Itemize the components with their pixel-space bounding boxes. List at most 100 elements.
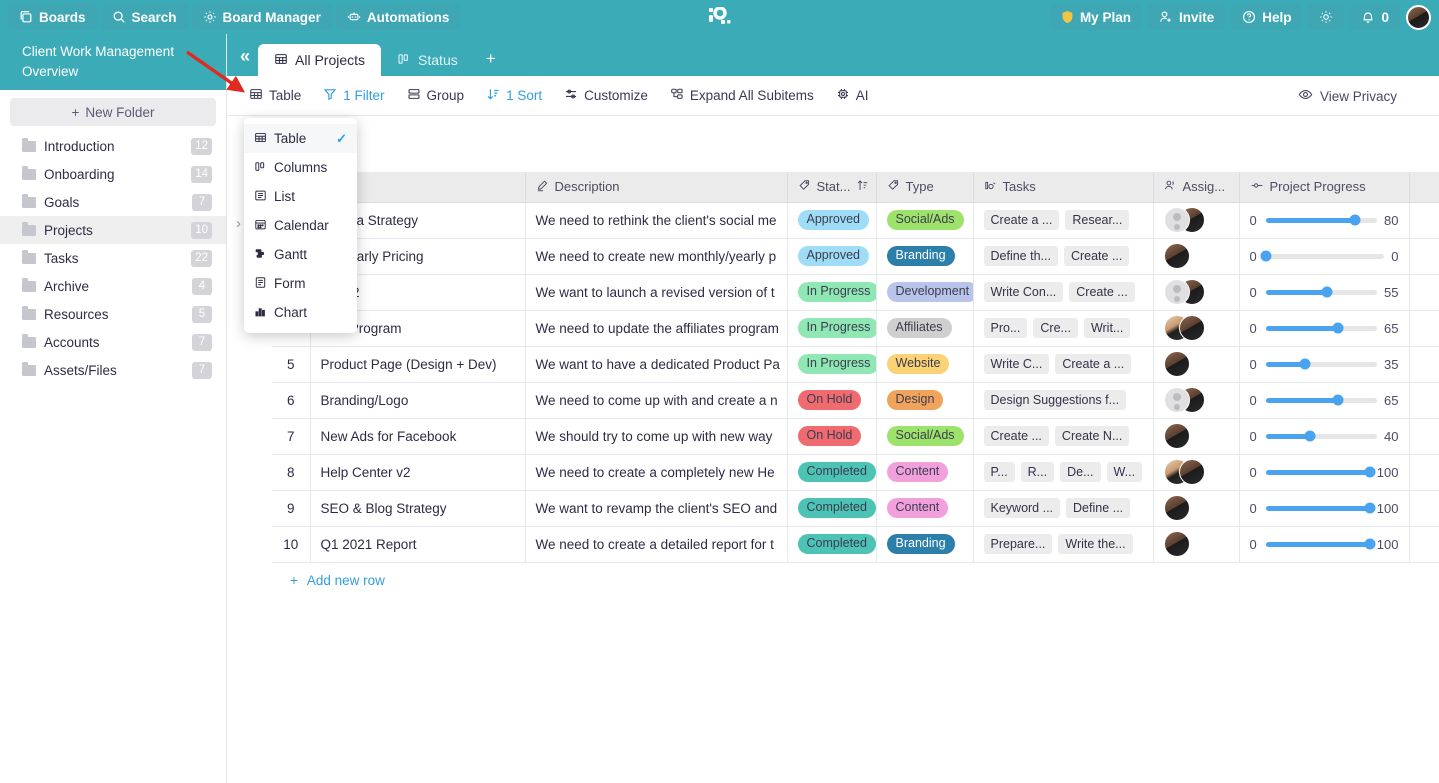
assignee-avatar[interactable]	[1163, 279, 1190, 305]
dropdown-item-form[interactable]: Form	[244, 269, 357, 298]
task-chip[interactable]: Create a ...	[1055, 354, 1132, 374]
dropdown-item-calendar[interactable]: Calendar	[244, 211, 357, 240]
assignee-avatar[interactable]	[1178, 459, 1205, 485]
progress-slider[interactable]: 0 100	[1250, 537, 1399, 552]
progress-slider[interactable]: 0 65	[1250, 321, 1399, 336]
assignee-avatar[interactable]	[1163, 243, 1190, 269]
cell-progress[interactable]: 0 100	[1239, 490, 1410, 527]
assignee-avatar[interactable]	[1163, 423, 1190, 449]
avatar[interactable]	[1406, 4, 1431, 30]
dropdown-item-table[interactable]: Table ✓	[244, 124, 357, 153]
cell-extra[interactable]	[1409, 418, 1439, 455]
header-progress[interactable]: Project Progress	[1239, 172, 1410, 203]
progress-slider[interactable]: 0 100	[1250, 501, 1399, 516]
cell-tasks[interactable]: Define th... Create ...	[973, 238, 1154, 275]
boards-button[interactable]: Boards	[8, 4, 97, 30]
cell-name[interactable]: New Ads for Facebook	[310, 418, 526, 455]
progress-track[interactable]	[1265, 322, 1378, 334]
notifications-button[interactable]: 0	[1350, 4, 1400, 30]
progress-knob[interactable]	[1304, 430, 1316, 442]
cell-status[interactable]: In Progress	[787, 310, 877, 347]
task-chip[interactable]: Create ...	[983, 426, 1049, 446]
cell-tasks[interactable]: Write C... Create a ...	[973, 346, 1154, 383]
task-chip[interactable]: Define ...	[1066, 498, 1131, 518]
cell-progress[interactable]: 0 35	[1239, 346, 1410, 383]
sidebar-item-assets-files[interactable]: Assets/Files 7	[0, 356, 226, 384]
header-status[interactable]: Stat...	[787, 172, 877, 203]
cell-assignee[interactable]	[1153, 382, 1240, 419]
cell-status[interactable]: In Progress	[787, 274, 877, 311]
progress-track[interactable]	[1265, 394, 1378, 406]
task-chip[interactable]: Create N...	[1054, 426, 1130, 446]
help-button[interactable]: Help	[1231, 4, 1303, 30]
toolbar-sort-button[interactable]: 1 Sort	[486, 87, 542, 104]
sidebar-item-goals[interactable]: Goals 7	[0, 188, 226, 216]
cell-assignee[interactable]	[1153, 454, 1240, 491]
progress-track[interactable]	[1265, 502, 1376, 514]
progress-track[interactable]	[1265, 538, 1376, 550]
cell-tasks[interactable]: Write Con... Create ...	[973, 274, 1154, 311]
cell-type[interactable]: Branding	[876, 238, 974, 275]
cell-progress[interactable]: 0 65	[1239, 310, 1410, 347]
assignee-avatar[interactable]	[1163, 387, 1190, 413]
cell-progress[interactable]: 0 100	[1239, 454, 1410, 491]
tab-status[interactable]: Status	[381, 44, 474, 76]
cell-extra[interactable]	[1409, 490, 1439, 527]
assignee-avatar[interactable]	[1178, 315, 1205, 341]
dropdown-item-gantt[interactable]: Gantt	[244, 240, 357, 269]
table-row[interactable]: 5 Product Page (Design + Dev) We want to h…	[272, 346, 1439, 383]
cell-progress[interactable]: 00	[1239, 238, 1410, 275]
sidebar-item-projects[interactable]: Projects 10	[0, 216, 226, 244]
cell-extra[interactable]	[1409, 238, 1439, 275]
task-chip[interactable]: Resear...	[1065, 210, 1130, 230]
cell-assignee[interactable]	[1153, 490, 1240, 527]
cell-progress[interactable]: 0 80	[1239, 202, 1410, 239]
cell-progress[interactable]: 0 65	[1239, 382, 1410, 419]
header-description[interactable]: Description	[525, 172, 788, 203]
cell-name[interactable]: Help Center v2	[310, 454, 526, 491]
table-row[interactable]: l Media Strategy We need to rethink the c…	[272, 202, 1439, 239]
progress-track[interactable]	[1260, 250, 1385, 262]
table-row[interactable]: 8 Help Center v2 We need to create a compl…	[272, 454, 1439, 491]
cell-tasks[interactable]: Design Suggestions f...	[973, 382, 1154, 419]
cell-description[interactable]: We want to launch a revised version of t	[525, 274, 788, 311]
invite-button[interactable]: Invite	[1147, 4, 1226, 30]
add-new-row-button[interactable]: + Add new row	[272, 563, 1439, 599]
table-row[interactable]: 10 Q1 2021 Report We need to create a deta…	[272, 526, 1439, 563]
task-chip[interactable]: Create ...	[1063, 246, 1130, 266]
cell-description[interactable]: We need to rethink the client's social m…	[525, 202, 788, 239]
cell-progress[interactable]: 0 40	[1239, 418, 1410, 455]
cell-description[interactable]: We need to update the affiliates program	[525, 310, 788, 347]
cell-extra[interactable]	[1409, 202, 1439, 239]
cell-tasks[interactable]: Keyword ... Define ...	[973, 490, 1154, 527]
search-button[interactable]: Search	[100, 4, 188, 30]
task-chip[interactable]: Create a ...	[983, 210, 1060, 230]
sort-asc-icon[interactable]	[856, 179, 869, 195]
progress-slider[interactable]: 0 55	[1250, 285, 1399, 300]
cell-type[interactable]: Social/Ads	[876, 418, 974, 455]
progress-knob[interactable]	[1332, 394, 1344, 406]
progress-knob[interactable]	[1364, 466, 1376, 478]
task-chip[interactable]: Write Con...	[983, 282, 1064, 302]
cell-extra[interactable]	[1409, 454, 1439, 491]
cell-description[interactable]: We need to come up with and create a n	[525, 382, 788, 419]
progress-track[interactable]	[1265, 286, 1378, 298]
task-chip[interactable]: P...	[983, 462, 1015, 482]
cell-name[interactable]: SEO & Blog Strategy	[310, 490, 526, 527]
progress-track[interactable]	[1265, 466, 1376, 478]
my-plan-button[interactable]: My Plan	[1049, 4, 1142, 30]
sidebar-item-resources[interactable]: Resources 5	[0, 300, 226, 328]
cell-extra[interactable]	[1409, 526, 1439, 563]
cell-description[interactable]: We need to create new monthly/yearly p	[525, 238, 788, 275]
progress-knob[interactable]	[1299, 358, 1311, 370]
sidebar-item-tasks[interactable]: Tasks 22	[0, 244, 226, 272]
task-chip[interactable]: W...	[1106, 462, 1143, 482]
task-chip[interactable]: Create ...	[1069, 282, 1135, 302]
task-chip[interactable]: Cre...	[1033, 318, 1078, 338]
table-row[interactable]: 6 Branding/Logo We need to come up with an…	[272, 382, 1439, 419]
task-chip[interactable]: R...	[1020, 462, 1055, 482]
cell-type[interactable]: Social/Ads	[876, 202, 974, 239]
collapse-sidebar-button[interactable]: «	[227, 46, 258, 76]
progress-slider[interactable]: 0 65	[1250, 393, 1399, 408]
toolbar-expand-subitems-button[interactable]: Expand All Subitems	[670, 87, 814, 104]
